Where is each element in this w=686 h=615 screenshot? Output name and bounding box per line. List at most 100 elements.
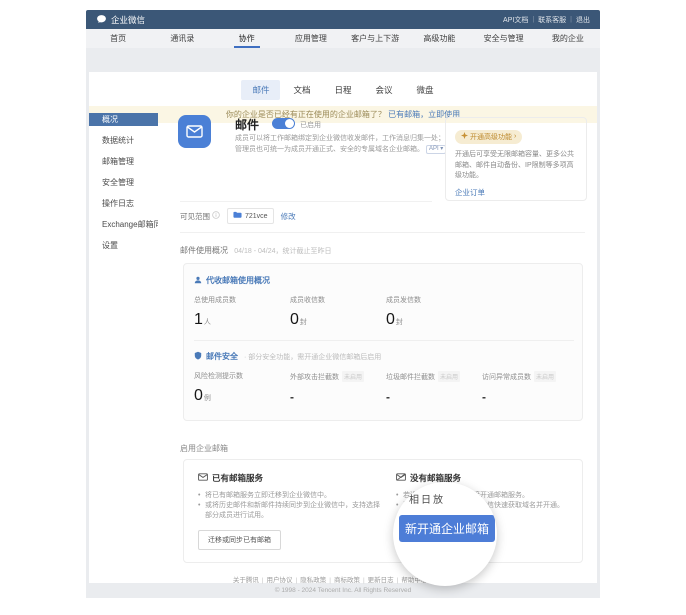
visibility-scope-chip: 721vce <box>227 208 274 224</box>
nav-item-security-management[interactable]: 安全与管理 <box>472 29 536 48</box>
divider <box>194 340 574 341</box>
main-nav: 首页 通讯录 协作 应用管理 客户与上下游 高级功能 安全与管理 我的企业 <box>86 29 600 48</box>
separator: | <box>296 577 298 584</box>
separator: | <box>363 577 365 584</box>
usage-stats-box: 代收邮箱使用概况 总使用成员数 1人 成员收信数 0封 成员发信数 <box>183 263 583 421</box>
security-stats-row: 风险检测提示数 0例 外部攻击拦截数未启用 - 垃圾邮件拦截数未启用 - 访 <box>194 371 574 405</box>
stat-unit: 人 <box>204 319 211 326</box>
stat-external-attacks: 外部攻击拦截数未启用 - <box>290 371 386 405</box>
nav-item-advanced[interactable]: 高级功能 <box>407 29 471 48</box>
sidebar-item-statistics[interactable]: 数据统计 <box>89 134 158 147</box>
topbar-link-api-docs[interactable]: API文档 <box>503 15 528 25</box>
inbox-usage-title: 代收邮箱使用概况 <box>206 275 270 286</box>
wecom-logo-icon <box>96 14 107 25</box>
visibility-scope-label: 可见范围 <box>180 211 220 222</box>
visibility-scope-value: 721vce <box>245 213 268 220</box>
no-mailbox-header: 没有邮箱服务 <box>396 472 576 484</box>
stat-number: 0 <box>386 311 395 328</box>
folder-icon <box>233 211 242 221</box>
enable-mailbox-box: 已有邮箱服务 将已有邮箱服务立即迁移到企业微信中。 或将历史邮件和新邮件持续同步… <box>183 459 583 563</box>
sidebar-item-mailbox-management[interactable]: 邮箱管理 <box>89 155 158 168</box>
magnified-text-fragment: 相日放 <box>409 491 445 506</box>
stat-value: 0封 <box>386 311 482 329</box>
bullet-item: 将已有邮箱服务立即迁移到企业微信中。 <box>198 491 380 501</box>
enable-section-title: 启用企业邮箱 <box>180 443 228 454</box>
have-mailbox-title: 已有邮箱服务 <box>212 472 263 484</box>
stat-label: 成员收信数 <box>290 295 386 305</box>
content-card: 邮件 文档 日程 会议 微盘 你的企业是否已经有正在使用的企业邮箱了？ 已有邮箱… <box>89 72 597 583</box>
sidebar-item-operation-log[interactable]: 操作日志 <box>89 197 158 210</box>
stat-risk-alerts: 风险检测提示数 0例 <box>194 371 290 405</box>
premium-promo-card: 开通高级功能 › 开通后可享受无限邮箱容量、更多公共邮箱、邮件自动备份、IP限制… <box>445 117 587 201</box>
footer-copyright: © 1998 - 2024 Tencent Inc. All Rights Re… <box>86 587 600 594</box>
footer-link-privacy-policy[interactable]: 隐私政策 <box>300 577 326 584</box>
magnifier-overlay: 相日放 新开通企业邮箱 <box>393 482 497 586</box>
stat-number: 0 <box>194 387 203 404</box>
chevron-right-icon: › <box>514 133 516 140</box>
inbox-usage-header: 代收邮箱使用概况 <box>194 275 574 286</box>
sidebar-item-security-management[interactable]: 安全管理 <box>89 176 158 189</box>
stat-value: 1人 <box>194 311 290 329</box>
stat-value: 0例 <box>194 387 290 405</box>
migrate-sync-button[interactable]: 迁移或同步已有邮箱 <box>198 530 281 550</box>
api-tag[interactable]: API ▾ <box>426 145 446 154</box>
toggle-status-label: 已启用 <box>300 120 321 130</box>
admin-window: 企业微信 API文档 | 联系客服 | 退出 首页 通讯录 协作 应用管理 客户… <box>86 10 600 598</box>
tab-meeting[interactable]: 会议 <box>365 80 404 100</box>
nav-item-customers[interactable]: 客户与上下游 <box>343 29 407 48</box>
mail-security-title: 邮件安全 <box>206 351 238 362</box>
footer-link-about-tencent[interactable]: 关于腾讯 <box>233 577 259 584</box>
brand[interactable]: 企业微信 <box>96 14 145 26</box>
separator: | <box>570 16 572 23</box>
stat-dash-value: - <box>482 390 578 404</box>
shield-icon <box>194 351 202 362</box>
stat-mails-sent: 成员发信数 0封 <box>386 295 482 329</box>
nav-item-my-company[interactable]: 我的企业 <box>536 29 600 48</box>
brand-name: 企业微信 <box>111 14 145 26</box>
sidebar-item-exchange-sync[interactable]: Exchange邮箱同步 <box>89 218 158 231</box>
tab-calendar[interactable]: 日程 <box>323 80 362 100</box>
open-new-mailbox-button[interactable]: 新开通企业邮箱 <box>399 515 495 542</box>
sidebar: 概况 数据统计 邮箱管理 安全管理 操作日志 Exchange邮箱同步 设置 <box>89 113 158 260</box>
enterprise-orders-link[interactable]: 企业订单 <box>455 187 577 198</box>
spark-icon <box>461 132 468 141</box>
topbar-link-contact-support[interactable]: 联系客服 <box>538 15 566 25</box>
not-enabled-badge: 未启用 <box>534 371 556 382</box>
visibility-scope-text: 可见范围 <box>180 211 210 222</box>
inbox-stats-row: 总使用成员数 1人 成员收信数 0封 成员发信数 0封 <box>194 295 574 329</box>
person-icon <box>194 276 202 286</box>
topbar: 企业微信 API文档 | 联系客服 | 退出 <box>86 10 600 29</box>
mail-enabled-toggle[interactable] <box>272 118 295 129</box>
stat-label-text: 垃圾邮件拦截数 <box>386 372 435 382</box>
sidebar-item-overview[interactable]: 概况 <box>89 113 158 126</box>
footer-link-changelog[interactable]: 更新日志 <box>368 577 394 584</box>
visibility-scope-row: 可见范围 721vce 修改 <box>180 208 296 224</box>
nav-item-home[interactable]: 首页 <box>86 29 150 48</box>
main-panel: 邮件 已启用 成员可以将工作邮箱绑定到企业微信收发邮件，工作消息归集一处；管理员… <box>178 113 590 573</box>
sidebar-item-settings[interactable]: 设置 <box>89 239 158 252</box>
stat-label: 访问异常成员数未启用 <box>482 371 578 382</box>
stat-unit: 例 <box>204 395 211 402</box>
envelope-icon <box>198 473 208 483</box>
tab-mail[interactable]: 邮件 <box>241 80 280 100</box>
nav-item-collaboration[interactable]: 协作 <box>215 29 279 48</box>
stat-unit: 封 <box>300 319 307 326</box>
tab-drive[interactable]: 微盘 <box>406 80 445 100</box>
app-title: 邮件 <box>235 116 259 133</box>
stat-label: 总使用成员数 <box>194 295 290 305</box>
edit-scope-link[interactable]: 修改 <box>281 211 296 222</box>
premium-pill-button[interactable]: 开通高级功能 › <box>455 130 522 144</box>
mail-security-subtitle: · 部分安全功能，需开通企业微信邮箱后启用 <box>244 352 381 362</box>
info-icon[interactable] <box>212 211 220 221</box>
stat-label: 外部攻击拦截数未启用 <box>290 371 386 382</box>
topbar-link-logout[interactable]: 退出 <box>576 15 590 25</box>
tab-docs[interactable]: 文档 <box>282 80 321 100</box>
topbar-links: API文档 | 联系客服 | 退出 <box>503 15 590 25</box>
stat-number: 1 <box>194 311 203 328</box>
collab-tabs: 邮件 文档 日程 会议 微盘 <box>89 80 597 100</box>
usage-period: 04/18 - 04/24，统计截止至昨日 <box>234 248 331 255</box>
nav-item-app-management[interactable]: 应用管理 <box>279 29 343 48</box>
nav-item-contacts[interactable]: 通讯录 <box>150 29 214 48</box>
footer-link-trademark-policy[interactable]: 商标政策 <box>334 577 360 584</box>
footer-link-user-agreement[interactable]: 用户协议 <box>267 577 293 584</box>
